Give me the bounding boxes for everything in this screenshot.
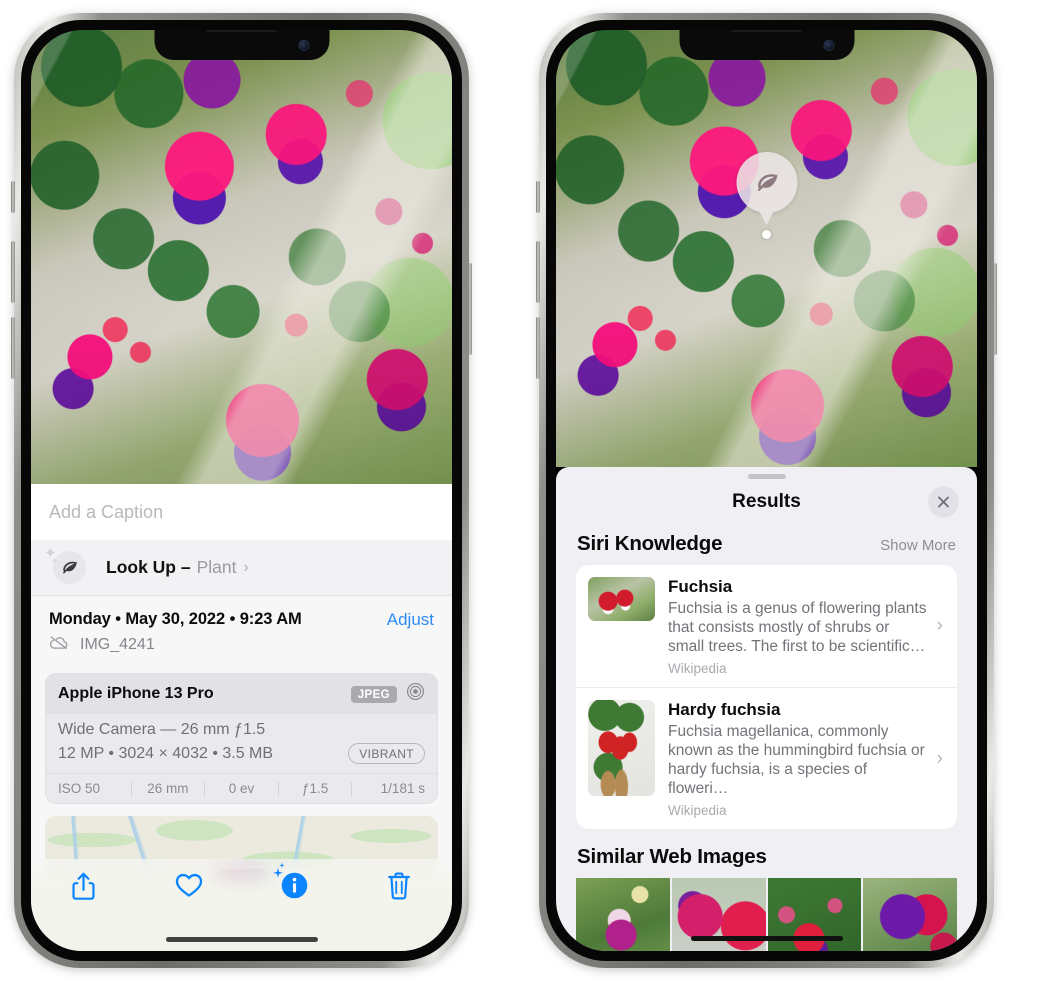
home-indicator[interactable]: [165, 937, 318, 942]
caption-row[interactable]: Add a Caption: [31, 484, 452, 540]
list-item[interactable]: Fuchsia Fuchsia is a genus of flowering …: [576, 565, 957, 687]
photo-filename: IMG_4241: [80, 636, 155, 653]
look-up-label: Look Up –: [106, 557, 191, 577]
exif-iso: ISO 50: [58, 781, 101, 796]
screen-left: Add a Caption ✦ ✦ Look Up – Plant › Mond…: [31, 30, 452, 951]
silent-switch[interactable]: [536, 181, 540, 213]
exif-ev: 0 ev: [228, 781, 255, 796]
look-up-subject: Plant: [196, 557, 237, 577]
hardy-fuchsia-thumbnail: [588, 700, 655, 797]
chevron-right-icon[interactable]: ›: [937, 748, 943, 770]
result-description: Fuchsia magellanica, commonly known as t…: [668, 723, 925, 798]
visual-look-up-badge[interactable]: [736, 152, 797, 239]
earpiece-speaker: [205, 30, 278, 32]
sparkle-small-icon: ✦: [51, 555, 59, 566]
leaf-icon[interactable]: [736, 152, 797, 239]
section-title-siri-knowledge: Siri Knowledge: [577, 532, 723, 555]
knowledge-text: Hardy fuchsia Fuchsia magellanica, commo…: [668, 700, 945, 818]
volume-up-button[interactable]: [536, 241, 540, 303]
exif-row: ISO 50 26 mm 0 ev ƒ1.5 1/181 s: [46, 773, 437, 803]
photo-metadata-row: Monday • May 30, 2022 • 9:23 AM IMG_4241: [31, 596, 452, 665]
close-icon: [938, 496, 949, 508]
result-title: Hardy fuchsia: [668, 700, 781, 720]
result-description: Fuchsia is a genus of flowering plants t…: [668, 600, 927, 656]
format-badge: JPEG: [350, 685, 397, 703]
web-image-4[interactable]: [863, 878, 957, 951]
close-button[interactable]: [928, 486, 959, 518]
favorite-button[interactable]: [136, 871, 241, 899]
results-header: Results: [556, 479, 977, 525]
siri-knowledge-card: Fuchsia Fuchsia is a genus of flowering …: [576, 565, 957, 830]
camera-header-badges: JPEG: [350, 682, 425, 706]
photo-lighting-overlay: [556, 30, 977, 467]
iphone-left: Add a Caption ✦ ✦ Look Up – Plant › Mond…: [11, 13, 472, 968]
photo-date: Monday • May 30, 2022 • 9:23 AM: [49, 610, 302, 628]
front-camera-icon: [298, 40, 309, 51]
photo-viewer-left[interactable]: [31, 30, 452, 484]
photo-lighting-overlay: [31, 30, 452, 484]
home-indicator[interactable]: [690, 936, 843, 941]
results-title: Results: [732, 491, 801, 512]
camera-card-body: Wide Camera — 26 mm ƒ1.5 12 MP • 3024 × …: [46, 714, 437, 773]
section-title-similar-web-images: Similar Web Images: [577, 845, 767, 869]
share-icon: [72, 872, 95, 900]
silent-switch[interactable]: [11, 181, 15, 213]
volume-down-button[interactable]: [11, 317, 15, 379]
notch-left: [154, 30, 329, 60]
phone-bezel-right: Results Siri Knowledge Show More Fuchsia…: [546, 20, 987, 961]
result-title: Fuchsia: [668, 577, 733, 596]
look-up-anchor-dot: [762, 230, 771, 239]
camera-spec-row: 12 MP • 3024 × 4032 • 3.5 MB VIBRANT: [58, 743, 425, 764]
show-more-button[interactable]: Show More: [880, 537, 956, 554]
photographic-style-badge: VIBRANT: [348, 743, 425, 764]
screenshot-stage: Add a Caption ✦ ✦ Look Up – Plant › Mond…: [0, 0, 1055, 985]
power-button[interactable]: [993, 263, 997, 355]
power-button[interactable]: [468, 263, 472, 355]
look-up-row[interactable]: ✦ ✦ Look Up – Plant ›: [31, 540, 452, 596]
info-sparkle-icon: [272, 862, 309, 905]
delete-button[interactable]: [347, 871, 452, 901]
photo-viewer-right[interactable]: [556, 30, 977, 467]
volume-down-button[interactable]: [536, 317, 540, 379]
knowledge-text: Fuchsia Fuchsia is a genus of flowering …: [668, 577, 945, 676]
similar-web-images-header: Similar Web Images: [556, 829, 977, 878]
leaf-badge: ✦ ✦: [44, 546, 89, 588]
web-image-1[interactable]: [576, 878, 670, 951]
camera-lens-line: Wide Camera — 26 mm ƒ1.5: [58, 721, 266, 738]
result-source: Wikipedia: [668, 661, 727, 677]
cloud-slash-icon: [49, 635, 70, 655]
photo-filename-row: IMG_4241: [49, 635, 302, 655]
siri-knowledge-header: Siri Knowledge Show More: [556, 525, 977, 565]
photo-toolbar: [31, 859, 452, 951]
look-up-label-group: Look Up – Plant ›: [106, 557, 249, 578]
adjust-button[interactable]: Adjust: [387, 610, 434, 630]
front-camera-icon: [823, 40, 834, 51]
earpiece-speaker: [730, 30, 803, 32]
exif-focal: 26 mm: [147, 781, 189, 796]
trash-icon: [388, 872, 411, 900]
info-button[interactable]: [242, 862, 347, 905]
iphone-right: Results Siri Knowledge Show More Fuchsia…: [536, 13, 997, 968]
screen-right: Results Siri Knowledge Show More Fuchsia…: [556, 30, 977, 951]
exif-shutter: 1/181 s: [380, 781, 425, 796]
camera-spec-line: 12 MP • 3024 × 4032 • 3.5 MB: [58, 744, 274, 762]
results-sheet: Results Siri Knowledge Show More Fuchsia…: [556, 467, 977, 951]
camera-info-card[interactable]: Apple iPhone 13 Pro JPEG Wide Camera — 2…: [45, 673, 438, 804]
volume-up-button[interactable]: [11, 241, 15, 303]
result-source: Wikipedia: [668, 803, 727, 819]
caption-input[interactable]: Add a Caption: [49, 502, 163, 523]
phone-bezel-left: Add a Caption ✦ ✦ Look Up – Plant › Mond…: [21, 20, 462, 961]
camera-device-name: Apple iPhone 13 Pro: [58, 685, 214, 702]
heart-icon: [175, 873, 203, 897]
camera-card-header: Apple iPhone 13 Pro JPEG: [46, 674, 437, 714]
chevron-right-icon[interactable]: ›: [937, 615, 943, 637]
chevron-right-icon[interactable]: ›: [243, 559, 248, 577]
list-item[interactable]: Hardy fuchsia Fuchsia magellanica, commo…: [576, 687, 957, 829]
exif-aperture: ƒ1.5: [301, 781, 329, 796]
camera-aperture-icon: [406, 682, 425, 706]
share-button[interactable]: [31, 871, 136, 902]
notch-right: [679, 30, 854, 60]
metadata-left: Monday • May 30, 2022 • 9:23 AM IMG_4241: [49, 610, 302, 655]
fuchsia-thumbnail: [588, 577, 655, 621]
